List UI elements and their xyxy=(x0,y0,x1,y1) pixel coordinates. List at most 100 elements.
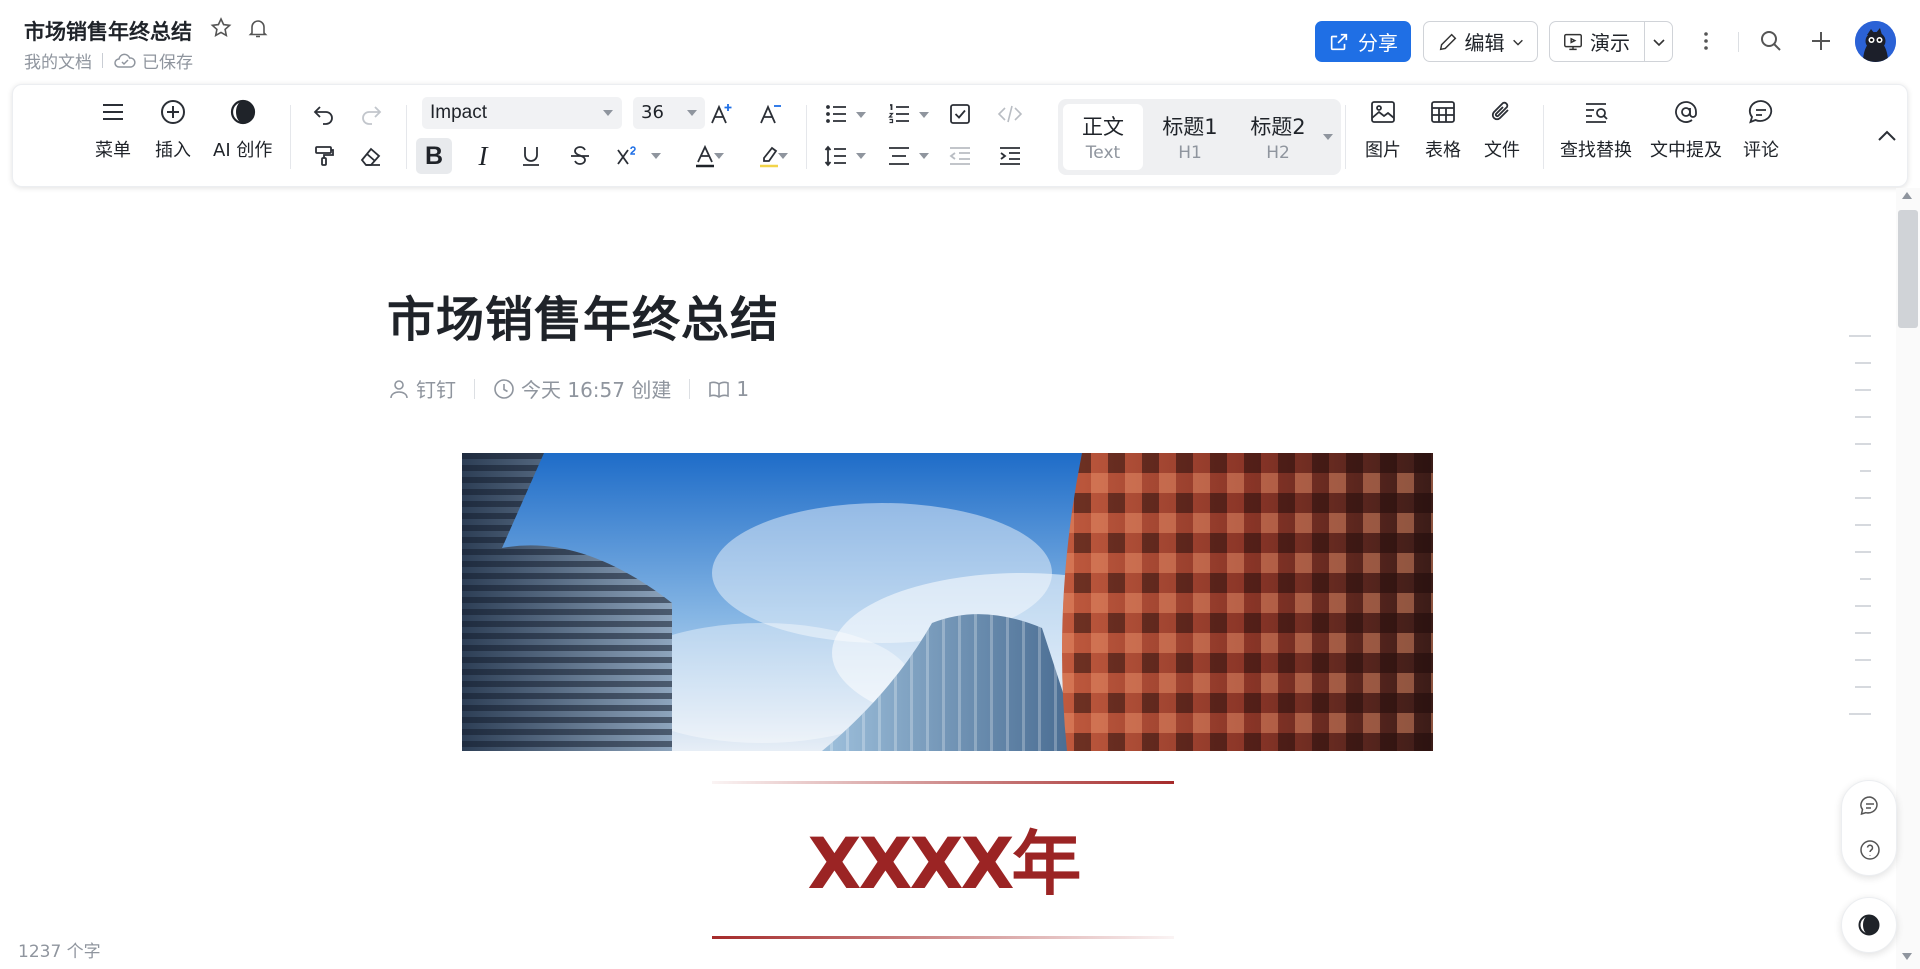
outline-item[interactable] xyxy=(1855,389,1871,391)
line-spacing-icon[interactable] xyxy=(821,141,851,171)
help-icon[interactable] xyxy=(1858,838,1882,862)
outline-item[interactable] xyxy=(1855,497,1871,499)
avatar[interactable] xyxy=(1855,21,1896,62)
redo-icon[interactable] xyxy=(356,99,386,129)
outline-item[interactable] xyxy=(1849,713,1871,715)
menu-button[interactable]: 菜单 xyxy=(95,97,131,162)
chevron-down-icon[interactable] xyxy=(1323,134,1333,140)
superscript-icon[interactable] xyxy=(613,141,643,171)
code-icon[interactable] xyxy=(995,99,1025,129)
font-size-increase-icon[interactable] xyxy=(707,99,737,129)
present-dropdown[interactable] xyxy=(1645,34,1672,50)
year-heading[interactable]: XXXX年 xyxy=(712,808,1174,909)
read-count-value: 1 xyxy=(736,376,750,401)
ai-assistant-button[interactable] xyxy=(1841,897,1897,953)
bullet-list-icon[interactable] xyxy=(821,99,851,129)
image-button[interactable]: 图片 xyxy=(1365,97,1401,162)
ai-create-button[interactable]: AI 创作 xyxy=(213,97,272,162)
outline-item[interactable] xyxy=(1855,524,1871,526)
outline-item[interactable] xyxy=(1860,470,1871,472)
file-label: 文件 xyxy=(1484,140,1520,161)
chevron-down-icon[interactable] xyxy=(714,153,724,159)
style-h2-label: 标题2 xyxy=(1250,115,1306,139)
checklist-icon[interactable] xyxy=(945,99,975,129)
bell-icon[interactable] xyxy=(246,16,270,40)
scrollbar-thumb[interactable] xyxy=(1898,210,1918,328)
chevron-down-icon[interactable] xyxy=(856,153,866,159)
eraser-icon[interactable] xyxy=(356,141,386,171)
outline-item[interactable] xyxy=(1855,551,1871,553)
find-replace-button[interactable]: 查找替换 xyxy=(1560,97,1632,162)
word-count: 1237 个字 xyxy=(18,942,101,962)
outline-item[interactable] xyxy=(1855,605,1871,607)
style-h2[interactable]: 标题2 H2 xyxy=(1238,104,1318,170)
scroll-up-arrow[interactable] xyxy=(1902,192,1912,199)
align-icon[interactable] xyxy=(884,141,914,171)
table-label: 表格 xyxy=(1425,140,1461,161)
image-icon xyxy=(1371,101,1395,123)
font-size-decrease-icon[interactable] xyxy=(756,99,786,129)
cloud-check-icon xyxy=(114,53,136,68)
font-family-select[interactable]: Impact xyxy=(422,97,622,129)
underline-icon[interactable] xyxy=(516,141,546,171)
divider xyxy=(1543,105,1544,169)
strikethrough-icon[interactable] xyxy=(565,141,595,171)
more-vertical-icon[interactable] xyxy=(1693,28,1719,54)
scroll-down-arrow[interactable] xyxy=(1902,953,1912,960)
present-button[interactable]: 演示 xyxy=(1549,21,1673,62)
outline-item[interactable] xyxy=(1855,632,1871,634)
pencil-icon xyxy=(1439,33,1456,50)
present-label: 演示 xyxy=(1590,31,1630,55)
indent-icon[interactable] xyxy=(995,141,1025,171)
outline-item[interactable] xyxy=(1855,443,1871,445)
file-button[interactable]: 文件 xyxy=(1484,97,1520,162)
save-status: 已保存 xyxy=(113,48,193,73)
comment-icon[interactable] xyxy=(1858,794,1882,818)
chevron-down-icon[interactable] xyxy=(919,153,929,159)
cover-image[interactable] xyxy=(462,453,1433,751)
comment-button[interactable]: 评论 xyxy=(1743,97,1779,162)
divider xyxy=(290,105,291,169)
search-icon[interactable] xyxy=(1758,28,1784,54)
insert-label: 插入 xyxy=(155,140,191,161)
plus-icon[interactable] xyxy=(1808,28,1834,54)
insert-button[interactable]: 插入 xyxy=(155,97,191,162)
menu-icon xyxy=(103,104,123,120)
header: 市场销售年终总结 我的文档 已保存 分享 编辑 演示 xyxy=(0,0,1920,84)
outline-item[interactable] xyxy=(1855,416,1871,418)
present-main[interactable]: 演示 xyxy=(1550,22,1645,61)
edit-mode-button[interactable]: 编辑 xyxy=(1423,21,1538,62)
style-h1-label: 标题1 xyxy=(1162,115,1218,139)
italic-icon[interactable]: I xyxy=(468,141,498,171)
numbered-list-icon[interactable] xyxy=(884,99,914,129)
chevron-down-icon[interactable] xyxy=(778,153,788,159)
author[interactable]: 钉钉 xyxy=(388,374,456,403)
outline-item[interactable] xyxy=(1849,335,1871,337)
breadcrumb[interactable]: 我的文档 xyxy=(24,48,92,73)
chevron-down-icon[interactable] xyxy=(651,153,661,159)
document-title[interactable]: 市场销售年终总结 xyxy=(387,280,779,350)
outline-item[interactable] xyxy=(1855,659,1871,661)
undo-icon[interactable] xyxy=(309,99,339,129)
chevron-down-icon[interactable] xyxy=(919,112,929,118)
style-h1[interactable]: 标题1 H1 xyxy=(1150,104,1230,170)
outline-item[interactable] xyxy=(1855,362,1871,364)
outline-item[interactable] xyxy=(1860,578,1871,580)
style-text[interactable]: 正文 Text xyxy=(1063,104,1143,170)
mention-button[interactable]: 文中提及 xyxy=(1650,97,1722,162)
save-status-label: 已保存 xyxy=(142,53,193,73)
outline-item[interactable] xyxy=(1855,686,1871,688)
bold-icon[interactable]: B xyxy=(416,138,452,174)
divider xyxy=(1345,105,1346,169)
table-button[interactable]: 表格 xyxy=(1425,97,1461,162)
chevron-down-icon[interactable] xyxy=(856,112,866,118)
read-count[interactable]: 1 xyxy=(708,377,749,401)
outdent-icon[interactable] xyxy=(945,141,975,171)
doc-title[interactable]: 市场销售年终总结 xyxy=(24,16,192,46)
star-icon[interactable] xyxy=(209,16,233,40)
share-label: 分享 xyxy=(1358,31,1398,55)
share-button[interactable]: 分享 xyxy=(1315,21,1411,62)
format-painter-icon[interactable] xyxy=(309,141,339,171)
font-size-select[interactable]: 36 xyxy=(633,97,705,129)
collapse-toolbar-icon[interactable] xyxy=(1872,121,1902,151)
